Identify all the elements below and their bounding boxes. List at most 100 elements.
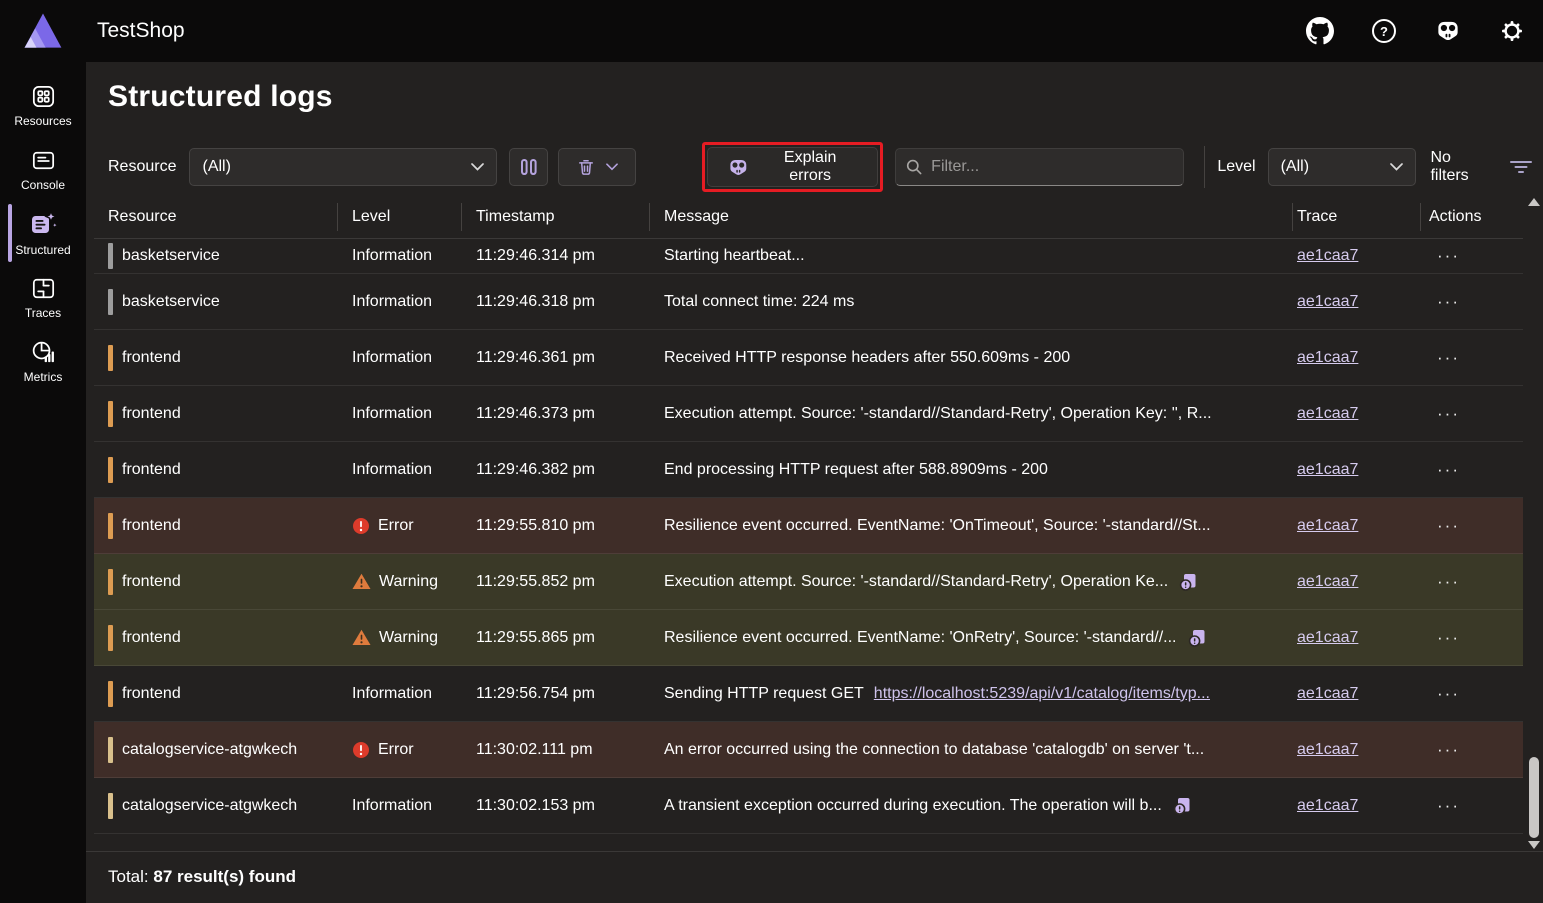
explain-errors-label: Explain errors (761, 149, 858, 185)
trace-link[interactable]: ae1caa7 (1297, 517, 1358, 534)
scroll-up-arrow-icon[interactable] (1527, 195, 1541, 209)
message-url-link[interactable]: https://localhost:5239/api/v1/catalog/it… (874, 685, 1210, 703)
console-icon (29, 146, 58, 175)
level-cell: Warning (338, 573, 462, 591)
resource-color-bar (108, 289, 113, 315)
total-label: Total: (108, 867, 149, 886)
row-actions-menu-button[interactable]: ··· (1429, 794, 1468, 818)
trace-link[interactable]: ae1caa7 (1297, 293, 1358, 310)
message-cell: Sending HTTP request GET https://localho… (650, 685, 1293, 703)
level-select[interactable]: (All) (1268, 148, 1417, 186)
filters-funnel-icon[interactable] (1509, 158, 1533, 176)
explain-errors-button[interactable]: Explain errors (707, 147, 878, 187)
table-row: frontend Warning 11:29:55.865 pm Resilie… (94, 610, 1523, 666)
resource-cell: catalogservice-atgwkech (94, 737, 338, 763)
page-title: Structured logs (108, 80, 333, 114)
trace-link[interactable]: ae1caa7 (1297, 461, 1358, 478)
message-cell: End processing HTTP request after 588.89… (650, 461, 1293, 479)
trace-cell: ae1caa7 (1293, 685, 1421, 703)
resource-cell: frontend (94, 345, 338, 371)
trace-link[interactable]: ae1caa7 (1297, 573, 1358, 590)
level-text: Information (352, 685, 432, 703)
sidebar-label: Structured (15, 243, 70, 257)
structured-logs-icon (28, 209, 59, 240)
row-actions-menu-button[interactable]: ··· (1429, 738, 1468, 762)
message-text: Total connect time: 224 ms (664, 293, 854, 311)
toolbar-divider (1204, 146, 1205, 188)
level-cell: Information (338, 685, 462, 703)
scroll-down-arrow-icon[interactable] (1527, 838, 1541, 852)
row-actions-menu-button[interactable]: ··· (1429, 514, 1468, 538)
row-actions-menu-button[interactable]: ··· (1429, 626, 1468, 650)
github-icon[interactable] (1305, 16, 1335, 46)
timestamp-cell: 11:30:02.153 pm (462, 797, 650, 815)
exception-icon (1178, 572, 1198, 592)
trace-link[interactable]: ae1caa7 (1297, 247, 1358, 264)
scrollbar-thumb[interactable] (1529, 757, 1539, 838)
message-cell: Total connect time: 224 ms (650, 293, 1293, 311)
resource-color-bar (108, 401, 113, 427)
sidebar-label: Metrics (24, 370, 63, 384)
sidebar-item-metrics[interactable]: Metrics (0, 330, 86, 392)
actions-cell: ··· (1421, 290, 1523, 314)
level-cell: Information (338, 797, 462, 815)
column-header-resource: Resource (94, 203, 338, 231)
sidebar-label: Resources (14, 114, 71, 128)
row-actions-menu-button[interactable]: ··· (1429, 570, 1468, 594)
sidebar-item-structured[interactable]: Structured (0, 202, 86, 264)
resource-color-bar (108, 243, 113, 269)
message-text: Execution attempt. Source: '-standard//S… (664, 405, 1212, 423)
row-actions-menu-button[interactable]: ··· (1429, 682, 1468, 706)
pause-icon (520, 157, 538, 177)
row-actions-menu-button[interactable]: ··· (1429, 458, 1468, 482)
message-cell: Starting heartbeat... (650, 247, 1293, 265)
timestamp-cell: 11:29:46.361 pm (462, 349, 650, 367)
timestamp-cell: 11:29:46.318 pm (462, 293, 650, 311)
table-row: frontend Information 11:29:46.361 pm Rec… (94, 330, 1523, 386)
help-icon[interactable]: ? (1369, 16, 1399, 46)
timestamp-cell: 11:29:46.382 pm (462, 461, 650, 479)
settings-gear-icon[interactable] (1497, 16, 1527, 46)
row-actions-menu-button[interactable]: ··· (1429, 346, 1468, 370)
row-actions-menu-button[interactable]: ··· (1429, 244, 1468, 268)
sidebar-label: Traces (25, 306, 61, 320)
sidebar-item-traces[interactable]: Traces (0, 266, 86, 328)
resource-name: frontend (122, 629, 181, 647)
pause-logs-button[interactable] (509, 148, 549, 186)
resource-name: frontend (122, 685, 181, 703)
actions-cell: ··· (1421, 682, 1523, 706)
toolbar: Resource (All) Explain errors Level (All… (108, 142, 1533, 192)
trace-link[interactable]: ae1caa7 (1297, 629, 1358, 646)
trace-cell: ae1caa7 (1293, 461, 1421, 479)
trace-cell: ae1caa7 (1293, 293, 1421, 311)
chevron-down-icon (606, 163, 618, 171)
clear-logs-split-button[interactable] (558, 148, 635, 186)
trace-link[interactable]: ae1caa7 (1297, 405, 1358, 422)
level-select-value: (All) (1281, 158, 1391, 176)
trace-link[interactable]: ae1caa7 (1297, 685, 1358, 702)
resource-color-bar (108, 681, 113, 707)
trace-link[interactable]: ae1caa7 (1297, 797, 1358, 814)
sidebar-item-resources[interactable]: Resources (0, 74, 86, 136)
svg-text:?: ? (1380, 24, 1388, 39)
level-text: Information (352, 247, 432, 265)
timestamp-cell: 11:29:55.810 pm (462, 517, 650, 535)
trace-link[interactable]: ae1caa7 (1297, 349, 1358, 366)
sidebar-item-console[interactable]: Console (0, 138, 86, 200)
filter-input[interactable] (931, 158, 1173, 176)
copilot-icon[interactable] (1433, 16, 1463, 46)
row-actions-menu-button[interactable]: ··· (1429, 402, 1468, 426)
message-text: Resilience event occurred. EventName: 'O… (664, 517, 1211, 535)
total-value: 87 result(s) found (153, 867, 296, 886)
message-text: End processing HTTP request after 588.89… (664, 461, 1048, 479)
trace-link[interactable]: ae1caa7 (1297, 741, 1358, 758)
resource-name: basketservice (122, 247, 220, 265)
table-row: frontend Information 11:29:46.373 pm Exe… (94, 386, 1523, 442)
level-cell: Information (338, 293, 462, 311)
resource-cell: frontend (94, 569, 338, 595)
resource-name: catalogservice-atgwkech (122, 741, 297, 759)
copilot-icon (726, 155, 751, 180)
message-text: Resilience event occurred. EventName: 'O… (664, 629, 1177, 647)
row-actions-menu-button[interactable]: ··· (1429, 290, 1468, 314)
resource-select[interactable]: (All) (189, 148, 496, 186)
